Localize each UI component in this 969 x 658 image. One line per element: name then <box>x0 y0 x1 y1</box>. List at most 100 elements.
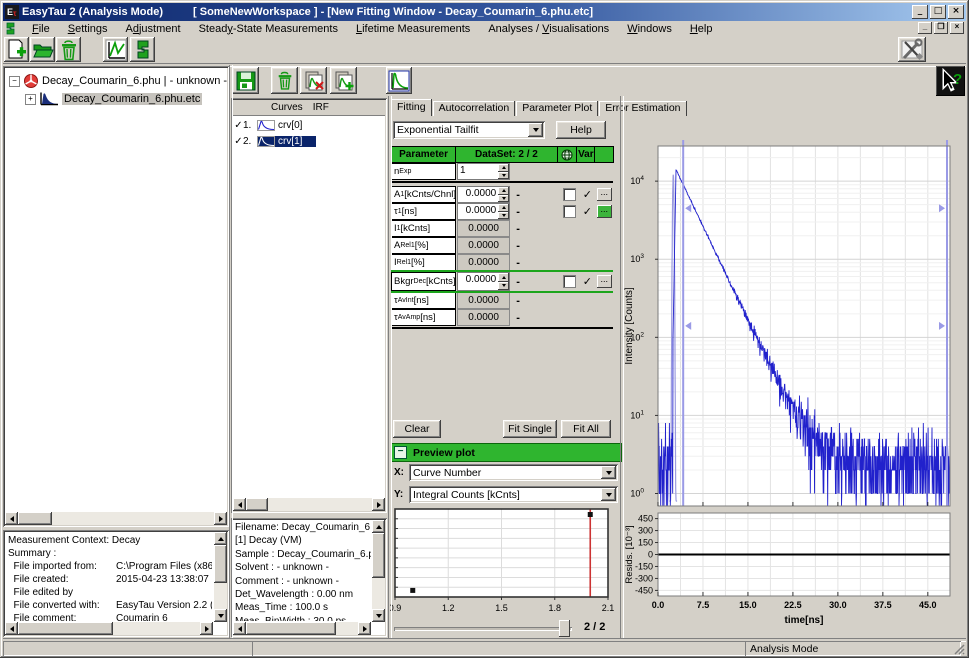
scroll-thumb[interactable] <box>18 512 52 525</box>
scroll-thumb[interactable] <box>214 545 227 583</box>
new-measurement-button[interactable] <box>4 37 29 62</box>
tab-parameter-plot[interactable]: Parameter Plot <box>516 101 598 116</box>
parameter-options-button[interactable]: ... <box>597 188 612 201</box>
curves-column-header[interactable]: Curves <box>271 102 303 113</box>
workspace-button[interactable] <box>130 37 155 62</box>
title-bar[interactable]: E τ EasyTau 2 (Analysis Mode) [ SomeNewW… <box>3 3 966 21</box>
scroll-up-button[interactable] <box>214 532 227 545</box>
scroll-left-button[interactable] <box>5 512 18 525</box>
clear-button[interactable]: Clear <box>393 420 441 438</box>
maximize-button[interactable]: □ <box>930 5 946 19</box>
scroll-left-button[interactable] <box>5 622 18 635</box>
fitting-curve-button[interactable] <box>386 67 412 94</box>
value-spinner[interactable] <box>498 273 509 290</box>
spinner-down-button[interactable] <box>498 212 509 220</box>
scroll-left-button[interactable] <box>233 498 246 511</box>
menu-file[interactable]: File <box>23 22 59 36</box>
scroll-right-button[interactable] <box>372 498 385 511</box>
tree-child-label[interactable]: Decay_Coumarin_6.phu.etc <box>62 93 202 105</box>
menu-help[interactable]: Help <box>681 22 722 36</box>
adjustment-tools-button[interactable] <box>898 37 926 62</box>
curve-label[interactable]: crv[1] <box>276 136 316 147</box>
menu-steady-state-measurements[interactable]: Steady-State Measurements <box>190 22 347 36</box>
help-button[interactable]: Help <box>556 121 606 139</box>
global-checkbox[interactable] <box>563 275 576 288</box>
dataset-slider-track[interactable] <box>394 627 572 631</box>
parameter-value-field[interactable]: 0.0000 <box>457 272 510 291</box>
scroll-up-button[interactable] <box>372 520 385 533</box>
spinner-down-button[interactable] <box>498 195 509 203</box>
global-checkbox[interactable] <box>563 205 576 218</box>
dataset-slider-thumb[interactable] <box>559 620 570 637</box>
menu-adjustment[interactable]: Adjustment <box>117 22 190 36</box>
var-checkbox[interactable]: ✓ <box>579 186 595 203</box>
mdi-restore-button[interactable]: ❐ <box>934 22 948 34</box>
fit-single-button[interactable]: Fit Single <box>503 420 557 438</box>
spinner-up-button[interactable] <box>498 164 509 172</box>
new-analysis-button[interactable] <box>103 37 128 62</box>
collapse-icon[interactable]: − <box>394 446 407 459</box>
menu-lifetime-measurements[interactable]: Lifetime Measurements <box>347 22 479 36</box>
delete-curve-button[interactable] <box>271 67 298 94</box>
close-button[interactable]: × <box>948 5 964 19</box>
minimize-button[interactable]: _ <box>912 5 928 19</box>
expand-icon[interactable]: + <box>25 94 36 105</box>
curve-row-crv0[interactable]: ✓1.crv[0] <box>234 117 384 133</box>
mdi-child-icon[interactable] <box>4 22 17 35</box>
delete-button[interactable] <box>56 37 81 62</box>
tree-hscrollbar[interactable] <box>5 512 227 525</box>
scroll-down-button[interactable] <box>214 609 227 622</box>
scroll-right-button[interactable] <box>214 512 227 525</box>
curve-visible-check[interactable]: ✓ <box>234 136 243 147</box>
spinner-up-button[interactable] <box>498 204 509 212</box>
preview-x-select[interactable]: Curve Number <box>409 464 618 481</box>
remove-curve-from-set-button[interactable] <box>300 67 327 94</box>
chevron-down-icon[interactable] <box>601 466 616 479</box>
spinner-down-button[interactable] <box>498 172 509 180</box>
parameter-value-field[interactable]: 0.0000 <box>457 203 510 220</box>
global-checkbox[interactable] <box>563 188 576 201</box>
var-checkbox[interactable]: ✓ <box>579 272 595 291</box>
menu-windows[interactable]: Windows <box>618 22 681 36</box>
parameter-value-field[interactable]: 0.0000 <box>457 186 510 203</box>
tree-child-row[interactable]: + Decay_Coumarin_6.phu.etc <box>25 91 202 107</box>
spinner-up-button[interactable] <box>498 273 509 282</box>
tree-root-row[interactable]: − Decay_Coumarin_6.phu | - unknown - <box>9 73 227 89</box>
add-curve-to-set-button[interactable] <box>330 67 357 94</box>
parameter-value-field[interactable]: 1 <box>457 163 510 180</box>
info-hscrollbar[interactable] <box>233 622 371 635</box>
resize-grip[interactable] <box>953 643 965 655</box>
value-spinner[interactable] <box>498 187 509 202</box>
scroll-thumb[interactable] <box>18 622 113 635</box>
parameter-options-button[interactable]: ... <box>597 275 612 288</box>
value-spinner[interactable] <box>498 204 509 219</box>
fit-model-select[interactable]: Exponential Tailfit <box>393 121 545 139</box>
irf-column-header[interactable]: IRF <box>313 102 329 113</box>
menu-analyses-visualisations[interactable]: Analyses / Visualisations <box>479 22 618 36</box>
summary-vscrollbar[interactable] <box>214 532 227 622</box>
tab-fitting[interactable]: Fitting <box>391 99 432 116</box>
chevron-down-icon[interactable] <box>528 123 543 137</box>
scroll-right-button[interactable] <box>358 622 371 635</box>
curve-label[interactable]: crv[0] <box>276 120 316 131</box>
curve-row-crv1[interactable]: ✓2.crv[1] <box>234 133 384 149</box>
preview-data-point[interactable] <box>410 588 415 593</box>
tab-autocorrelation[interactable]: Autocorrelation <box>433 101 516 116</box>
info-vscrollbar[interactable] <box>372 520 385 622</box>
preview-y-select[interactable]: Integral Counts [kCnts] <box>409 486 618 503</box>
save-curves-button[interactable] <box>232 67 259 94</box>
scroll-thumb[interactable] <box>246 622 336 635</box>
curves-hscrollbar[interactable] <box>233 498 385 511</box>
chevron-down-icon[interactable] <box>601 488 616 501</box>
scroll-thumb[interactable] <box>372 533 385 578</box>
scroll-thumb[interactable] <box>246 498 268 511</box>
collapse-icon[interactable]: − <box>9 76 20 87</box>
scroll-right-button[interactable] <box>200 622 213 635</box>
var-checkbox[interactable]: ✓ <box>579 203 595 220</box>
curve-visible-check[interactable]: ✓ <box>234 120 243 131</box>
parameter-options-button[interactable]: ... <box>597 205 612 218</box>
open-button[interactable] <box>30 37 55 62</box>
mdi-close-button[interactable]: × <box>950 22 964 34</box>
menu-settings[interactable]: Settings <box>59 22 117 36</box>
preview-data-point[interactable] <box>588 512 593 517</box>
